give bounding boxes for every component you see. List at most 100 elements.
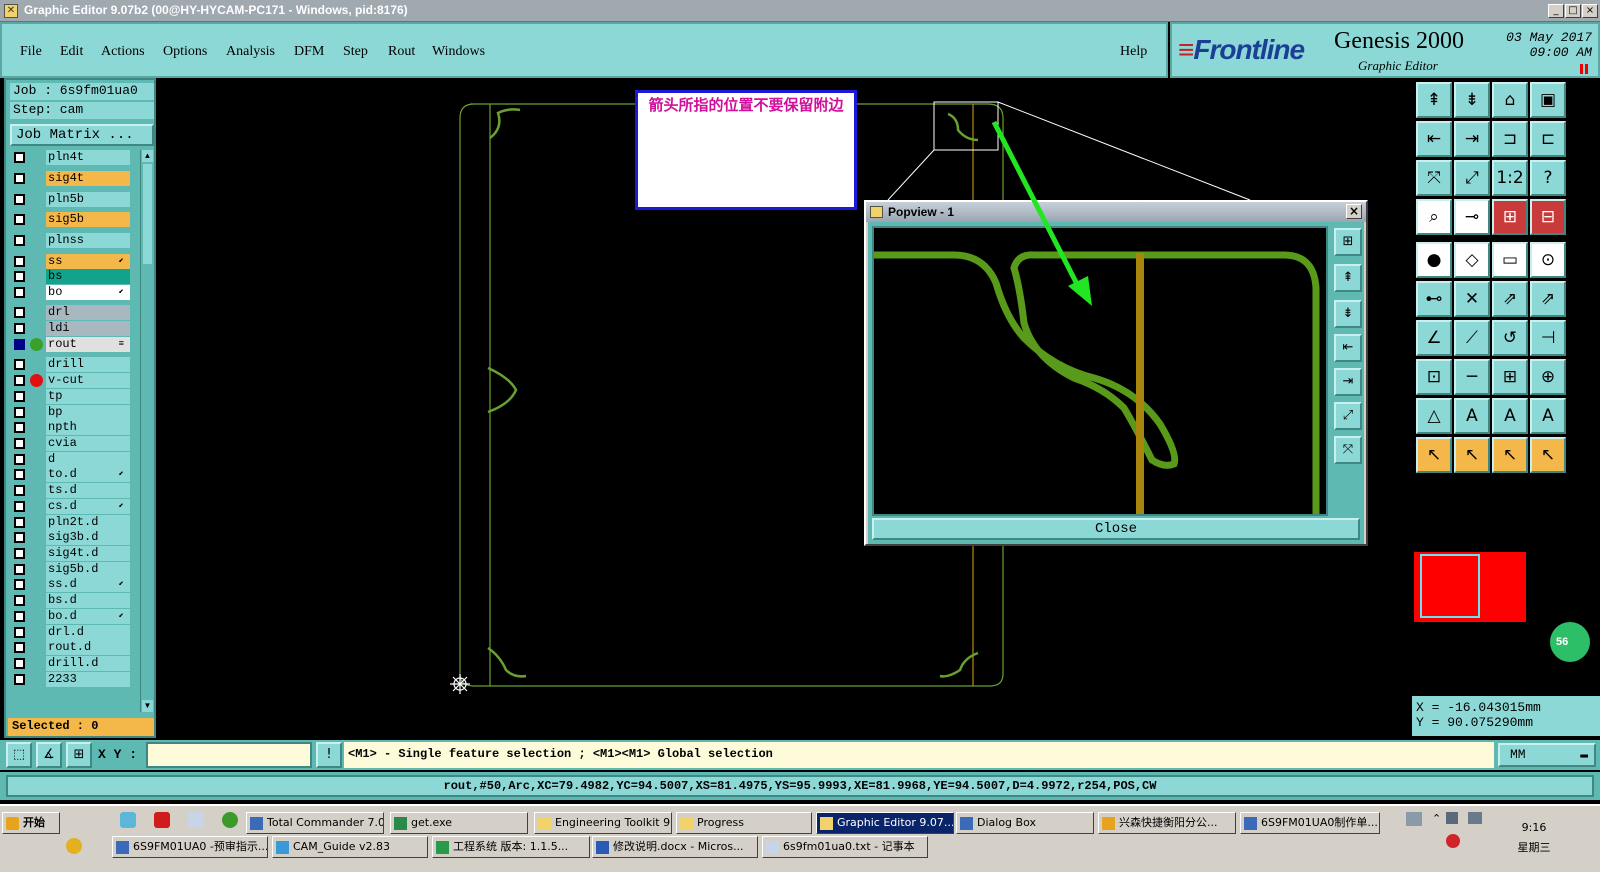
tool-button-8-icon[interactable]: ⤧ <box>1416 160 1452 196</box>
layer-row[interactable]: rout.d <box>10 640 134 655</box>
layer-checkbox[interactable] <box>14 469 25 480</box>
layer-name[interactable]: sig4t <box>46 171 130 186</box>
colors-icon[interactable] <box>66 838 82 854</box>
layer-row[interactable]: bs <box>10 269 134 284</box>
tool-button-4-icon[interactable]: ⇤ <box>1416 121 1452 157</box>
layer-checkbox[interactable] <box>14 564 25 575</box>
layer-checkbox[interactable] <box>14 407 25 418</box>
layer-checkbox[interactable] <box>14 214 25 225</box>
desktop-icon[interactable] <box>120 812 136 828</box>
layer-row[interactable]: pln4t <box>10 150 134 165</box>
overview-viewport[interactable] <box>1420 554 1480 618</box>
tool-button-16-icon[interactable]: ● <box>1416 242 1452 278</box>
tool-button-7-icon[interactable]: ⊏ <box>1530 121 1566 157</box>
layer-checkbox[interactable] <box>14 658 25 669</box>
zoom-in-icon[interactable]: ⤧ <box>1334 436 1362 464</box>
pan-down-icon[interactable]: ⇟ <box>1334 300 1362 328</box>
layer-name[interactable]: bs.d <box>46 593 130 608</box>
layer-row[interactable]: sig5b <box>10 212 134 227</box>
layer-row[interactable]: bs.d <box>10 593 134 608</box>
taskbar-item[interactable]: 6S9FM01UA0制作单... <box>1240 812 1380 834</box>
layer-checkbox[interactable] <box>14 235 25 246</box>
menu-windows[interactable]: Windows <box>432 44 485 60</box>
layer-row[interactable]: to.d ⬋ <box>10 467 134 482</box>
taskbar-item[interactable]: Engineering Toolkit 9.... <box>534 812 672 834</box>
unit-selector[interactable]: MM ▬ <box>1498 743 1596 767</box>
calc-icon[interactable] <box>188 812 204 828</box>
layer-row[interactable]: sig5b.d <box>10 562 134 577</box>
start-button[interactable]: 开始 <box>2 812 60 834</box>
layer-name[interactable]: sig5b.d <box>46 562 130 577</box>
layer-checkbox[interactable] <box>14 359 25 370</box>
layer-name[interactable]: drl.d <box>46 625 130 640</box>
layer-row[interactable]: tp <box>10 389 134 404</box>
layer-name[interactable]: tp <box>46 389 130 404</box>
layer-checkbox[interactable] <box>14 627 25 638</box>
pan-up-icon[interactable]: ⇞ <box>1334 264 1362 292</box>
layer-row[interactable]: sig4t.d <box>10 546 134 561</box>
layer-name[interactable]: d <box>46 452 130 467</box>
job-matrix-button[interactable]: Job Matrix ... <box>10 124 154 146</box>
layer-row[interactable]: sig4t <box>10 171 134 186</box>
tool-button-36-icon[interactable]: ↖ <box>1416 437 1452 473</box>
menu-dfm[interactable]: DFM <box>294 44 324 60</box>
window-title-bar[interactable]: ✕ Graphic Editor 9.07b2 (00@HY-HYCAM-PC1… <box>0 0 1600 22</box>
taskbar-item[interactable]: CAM_Guide v2.83 <box>272 836 428 858</box>
layer-scrollbar[interactable]: ▲ ▼ <box>140 150 154 712</box>
tool-button-14-icon[interactable]: ⊞ <box>1492 199 1528 235</box>
menu-analysis[interactable]: Analysis <box>226 44 275 60</box>
tool-button-10-icon[interactable]: 1:2 <box>1492 160 1528 196</box>
layer-name[interactable]: pln5b <box>46 192 130 207</box>
tool-button-35-icon[interactable]: A <box>1530 398 1566 434</box>
layer-row[interactable]: rout ≡ <box>10 337 134 352</box>
layer-name[interactable]: ts.d <box>46 483 130 498</box>
layer-name[interactable]: drl <box>46 305 130 320</box>
taskbar-item[interactable]: 工程系统 版本: 1.1.5... <box>432 836 590 858</box>
layer-row[interactable]: pln2t.d <box>10 515 134 530</box>
layer-checkbox[interactable] <box>14 339 25 350</box>
menu-edit[interactable]: Edit <box>60 44 83 60</box>
menu-step[interactable]: Step <box>343 44 368 60</box>
taskbar-item[interactable]: 修改说明.docx - Micros... <box>592 836 758 858</box>
layer-row[interactable]: d <box>10 452 134 467</box>
layer-checkbox[interactable] <box>14 194 25 205</box>
layer-checkbox[interactable] <box>14 595 25 606</box>
zoom-out-icon[interactable]: ⤢ <box>1334 402 1362 430</box>
layer-checkbox[interactable] <box>14 173 25 184</box>
warning-icon[interactable]: ! <box>316 742 342 768</box>
tool-button-1-icon[interactable]: ⇟ <box>1454 82 1490 118</box>
layer-row[interactable]: v-cut <box>10 373 134 388</box>
tool-button-26-icon[interactable]: ↺ <box>1492 320 1528 356</box>
layer-row[interactable]: cvia <box>10 436 134 451</box>
tool-button-27-icon[interactable]: ⊣ <box>1530 320 1566 356</box>
layer-name[interactable]: v-cut <box>46 373 130 388</box>
layer-checkbox[interactable] <box>14 674 25 685</box>
layer-name[interactable]: sig5b <box>46 212 130 227</box>
layer-row[interactable]: ss.d ⬋ <box>10 577 134 592</box>
snap-icon[interactable]: ⬚ <box>6 742 32 768</box>
layer-name[interactable]: to.d ⬋ <box>46 467 130 482</box>
layer-name[interactable]: sig4t.d <box>46 546 130 561</box>
layer-row[interactable]: cs.d ⬋ <box>10 499 134 514</box>
layer-checkbox[interactable] <box>14 256 25 267</box>
tool-button-15-icon[interactable]: ⊟ <box>1530 199 1566 235</box>
tool-button-6-icon[interactable]: ⊐ <box>1492 121 1528 157</box>
pan-right-icon[interactable]: ⇥ <box>1334 368 1362 396</box>
tool-button-33-icon[interactable]: A <box>1454 398 1490 434</box>
taskbar-item[interactable]: Total Commander 7.0... <box>246 812 384 834</box>
tool-button-5-icon[interactable]: ⇥ <box>1454 121 1490 157</box>
layer-row[interactable]: sig3b.d <box>10 530 134 545</box>
tool-button-13-icon[interactable]: ⊸ <box>1454 199 1490 235</box>
layer-row[interactable]: pln5b <box>10 192 134 207</box>
xy-input[interactable] <box>146 742 312 768</box>
taskbar-item[interactable]: Dialog Box <box>956 812 1094 834</box>
system-clock[interactable]: 9:16 星期三 <box>1504 818 1564 858</box>
taskbar-item[interactable]: 兴森快捷衡阳分公... <box>1098 812 1236 834</box>
tool-button-20-icon[interactable]: ⊷ <box>1416 281 1452 317</box>
tool-button-24-icon[interactable]: ∠ <box>1416 320 1452 356</box>
layer-name[interactable]: drill.d <box>46 656 130 671</box>
layer-row[interactable]: ss ⬋ <box>10 254 134 269</box>
layer-checkbox[interactable] <box>14 454 25 465</box>
layer-name[interactable]: sig3b.d <box>46 530 130 545</box>
tool-button-3-icon[interactable]: ▣ <box>1530 82 1566 118</box>
